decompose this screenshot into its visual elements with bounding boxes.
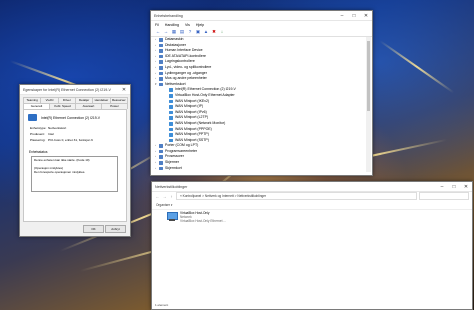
- device-icon: [169, 105, 173, 109]
- status-bar: 1 element: [155, 303, 169, 307]
- network-connections-window[interactable]: Nettverkstilkoblinger – □ ✕ ← → ↑ « Kont…: [151, 181, 473, 310]
- device-icon: [159, 161, 163, 165]
- search-input[interactable]: [419, 192, 469, 200]
- properties-icon[interactable]: ▤: [179, 29, 185, 35]
- scan-icon[interactable]: ▣: [195, 29, 201, 35]
- device-manager-titlebar[interactable]: Enhetsbehandling – □ ✕: [151, 11, 372, 21]
- menu-action[interactable]: Handling: [165, 23, 179, 27]
- up-icon[interactable]: ↑: [169, 194, 174, 199]
- device-icon: [159, 38, 163, 42]
- device-icon: [159, 155, 163, 160]
- toolbar: ← → ▦ ▤ ? ▣ ▲ ✖ ↓: [151, 28, 372, 37]
- device-icon: [169, 116, 173, 120]
- view-icon[interactable]: ▦: [171, 29, 177, 35]
- device-icon: [169, 110, 173, 115]
- window-title: Enhetsbehandling: [154, 13, 183, 18]
- scrollbar[interactable]: [366, 37, 371, 172]
- device-icon: [159, 65, 163, 70]
- field-manufacturer: Produsent: Intel: [30, 132, 54, 136]
- ok-button[interactable]: OK: [83, 225, 104, 233]
- device-manager-window[interactable]: Enhetsbehandling – □ ✕ Fil Handling Vis …: [150, 10, 373, 176]
- forward-icon[interactable]: →: [163, 29, 169, 35]
- close-icon[interactable]: ✕: [118, 85, 130, 94]
- device-icon: [159, 71, 163, 76]
- dialog-titlebar[interactable]: Egenskaper for Intel(R) Ethernet Connect…: [20, 85, 130, 95]
- device-name: Intel(R) Ethernet Connection (2) I219-V: [41, 115, 100, 120]
- device-icon: [169, 99, 173, 104]
- address-row: ← → ↑ « Kontrollpanel > Nettverk og Inte…: [152, 192, 472, 200]
- window-title: Nettverkstilkoblinger: [155, 184, 188, 189]
- device-icon: [159, 54, 163, 59]
- device-properties-dialog[interactable]: Egenskaper for Intel(R) Ethernet Connect…: [19, 84, 131, 237]
- maximize-icon[interactable]: □: [348, 11, 360, 20]
- maximize-icon[interactable]: □: [448, 182, 460, 191]
- device-icon: [159, 149, 163, 154]
- status-group-label: Enhetsstatus: [29, 150, 48, 154]
- network-adapter-icon: [28, 114, 37, 121]
- device-icon: [159, 144, 163, 148]
- device-tree[interactable]: › Datamaskin › Diskstasjoner › Human Interfac…: [155, 37, 364, 172]
- tab-strip: Teaming VLAN Driver Detaljer Hendelser R…: [23, 97, 128, 113]
- address-bar[interactable]: « Kontrollpanel > Nettverk og Internett …: [176, 192, 417, 200]
- device-icon: [169, 133, 173, 137]
- menu-view[interactable]: Vis: [185, 23, 190, 27]
- device-icon: [159, 82, 163, 87]
- uninstall-icon[interactable]: ↓: [219, 29, 225, 35]
- organize-button[interactable]: Organiser ▾: [156, 203, 172, 207]
- menu-bar: Fil Handling Vis Hjelp: [151, 21, 372, 28]
- device-icon: [169, 88, 173, 92]
- help-icon[interactable]: ?: [187, 29, 193, 35]
- general-panel: Intel(R) Ethernet Connection (2) I219-V …: [23, 109, 127, 222]
- tree-item-label: Skjermkort: [165, 165, 182, 170]
- adapter-device: VirtualBox Host-Only Ethernet ...: [180, 218, 227, 223]
- device-icon: [159, 43, 163, 48]
- cancel-button[interactable]: Avbryt: [105, 225, 126, 233]
- close-icon[interactable]: ✕: [460, 182, 472, 191]
- dialog-title: Egenskaper for Intel(R) Ethernet Connect…: [23, 87, 111, 92]
- close-icon[interactable]: ✕: [360, 11, 372, 20]
- field-device-type: Enhetstype: Nettverkskort: [30, 126, 67, 130]
- device-icon: [169, 121, 173, 126]
- disable-icon[interactable]: ✖: [211, 29, 217, 35]
- device-icon: [159, 166, 163, 171]
- device-icon: [159, 49, 163, 53]
- menu-help[interactable]: Hjelp: [196, 23, 204, 27]
- device-icon: [169, 127, 173, 132]
- device-header: Intel(R) Ethernet Connection (2) I219-V: [28, 114, 100, 121]
- device-status-box[interactable]: Denne enheten kan ikke starte. (Kode 10)…: [31, 156, 118, 192]
- menu-file[interactable]: Fil: [155, 23, 159, 27]
- back-icon[interactable]: ←: [155, 194, 160, 199]
- device-icon: [169, 138, 173, 143]
- minimize-icon[interactable]: –: [336, 11, 348, 20]
- forward-icon[interactable]: →: [162, 194, 167, 199]
- device-icon: [169, 93, 173, 98]
- field-location: Plassering: PCI-buss 0, enhet 31, funksjo…: [30, 138, 93, 142]
- adapter-item[interactable]: VirtualBox Host-Only Network VirtualBox …: [166, 211, 227, 223]
- minimize-icon[interactable]: –: [436, 182, 448, 191]
- device-icon: [159, 60, 163, 64]
- network-titlebar[interactable]: Nettverkstilkoblinger – □ ✕: [152, 182, 472, 192]
- tree-category-item[interactable]: › Skjermkort: [155, 166, 364, 172]
- back-icon[interactable]: ←: [155, 29, 161, 35]
- command-bar: Organiser ▾: [152, 202, 472, 210]
- device-icon: [159, 77, 163, 81]
- update-driver-icon[interactable]: ▲: [203, 29, 209, 35]
- network-adapter-icon: [166, 212, 178, 222]
